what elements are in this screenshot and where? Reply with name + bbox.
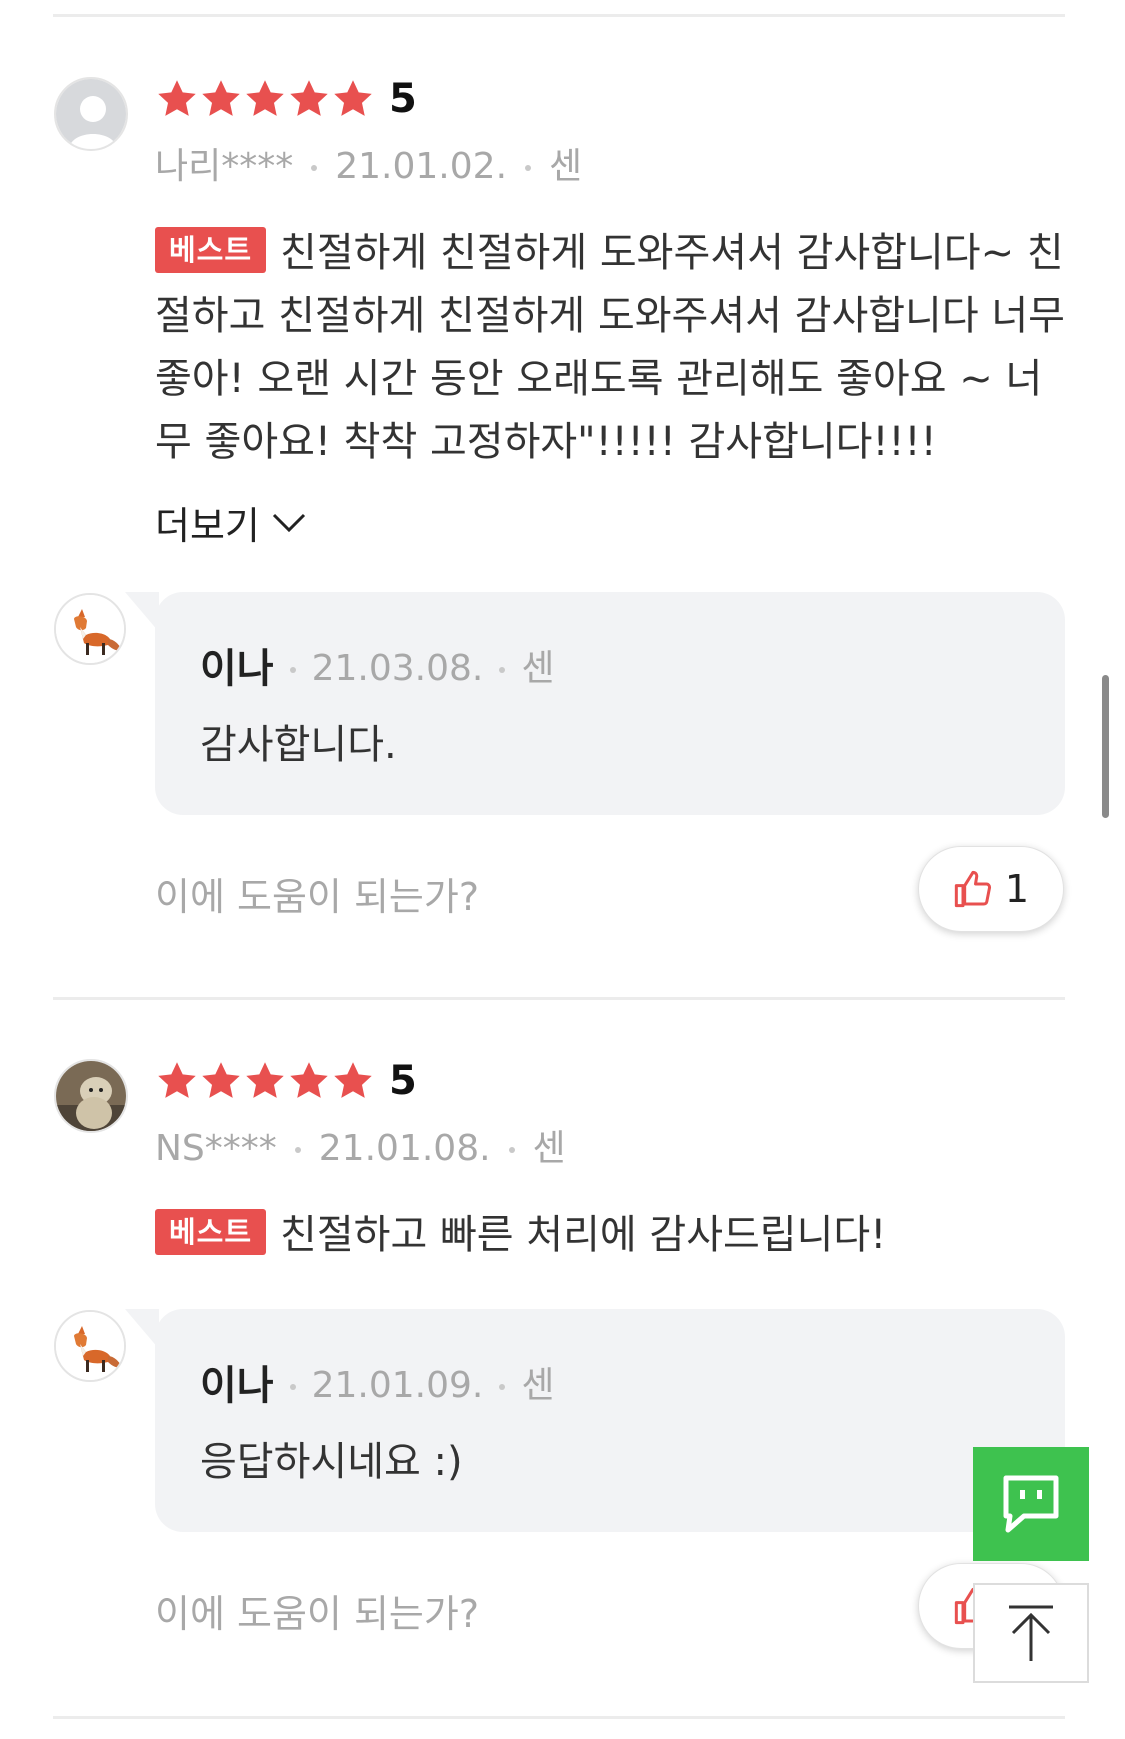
review-date: 21.01.08. <box>318 1128 491 1169</box>
separator-dot <box>525 165 532 171</box>
rating-value: 5 <box>389 76 417 122</box>
reviewer-tag: 센 <box>549 146 583 187</box>
seller-reply: 이나 21.01.09. 센 응답하시네요 :) <box>125 1309 1065 1532</box>
reply-header: 이나 21.03.08. 센 <box>200 636 555 694</box>
more-button[interactable]: 더보기 <box>155 495 306 550</box>
reply-text: 응답하시네요 :) <box>200 1439 463 1485</box>
reply-date: 21.01.09. <box>311 1365 484 1406</box>
star-icon <box>199 77 243 121</box>
star-icon <box>243 77 287 121</box>
helpful-question: 이에 도움이 되는가? <box>155 875 480 919</box>
reply-tag: 센 <box>521 1365 555 1406</box>
reply-author: 이나 <box>200 1363 274 1409</box>
separator-dot <box>499 1384 506 1390</box>
best-badge: 베스트 <box>155 227 267 273</box>
chat-icon <box>1003 1475 1059 1533</box>
top-divider <box>53 14 1065 17</box>
user-avatar <box>54 77 128 151</box>
bottom-divider <box>53 1716 1065 1719</box>
separator-dot <box>289 1384 296 1390</box>
reply-meta: 21.03.08. 센 <box>274 639 555 691</box>
star-icon <box>287 77 331 121</box>
star-icon <box>155 77 199 121</box>
reply-header: 이나 21.01.09. 센 <box>200 1353 555 1411</box>
scroll-top-button[interactable] <box>973 1583 1089 1683</box>
reviewer-id: NS**** <box>155 1128 277 1169</box>
seller-avatar <box>54 593 126 665</box>
chevron-down-icon <box>272 513 305 532</box>
separator-dot <box>499 667 506 673</box>
helpful-question: 이에 도움이 되는가? <box>155 1592 480 1636</box>
reviewer-tag: 센 <box>532 1128 566 1169</box>
reply-text: 감사합니다. <box>200 722 397 768</box>
fox-icon <box>56 595 124 663</box>
star-icon <box>287 1059 331 1103</box>
separator-dot <box>508 1147 515 1153</box>
star-icon <box>155 1059 199 1103</box>
review-text: 베스트 친절하고 빠른 처리에 감사드립니다! <box>155 1204 1075 1267</box>
best-badge: 베스트 <box>155 1209 267 1255</box>
star-icon <box>331 1059 375 1103</box>
arrow-up-icon <box>1009 1605 1053 1661</box>
default-user-icon <box>56 79 126 149</box>
review-meta: 나리**** 21.01.02. 센 <box>155 137 582 189</box>
star-icon <box>243 1059 287 1103</box>
star-rating: 5 <box>155 76 417 122</box>
like-count: 1 <box>1004 867 1030 911</box>
reviewer-id: 나리**** <box>155 146 294 187</box>
review-divider <box>53 997 1065 1000</box>
separator-dot <box>289 667 296 673</box>
fox-icon <box>56 1312 124 1380</box>
separator-dot <box>294 1147 301 1153</box>
thumbs-up-icon <box>954 870 991 908</box>
review-meta: NS**** 21.01.08. 센 <box>155 1119 566 1171</box>
rating-value: 5 <box>389 1058 417 1104</box>
review-date: 21.01.02. <box>335 146 508 187</box>
bubble-tail <box>125 1309 159 1349</box>
like-button[interactable]: 1 <box>918 846 1064 932</box>
seller-reply: 이나 21.03.08. 센 감사합니다. <box>125 592 1065 815</box>
seller-avatar <box>54 1310 126 1382</box>
star-icon <box>199 1059 243 1103</box>
review-content: 친절하고 빠른 처리에 감사드립니다! <box>280 1212 887 1258</box>
star-rating: 5 <box>155 1058 417 1104</box>
reply-date: 21.03.08. <box>311 648 484 689</box>
star-icon <box>331 77 375 121</box>
bubble-tail <box>125 592 159 632</box>
review-content: 친절하게 친절하게 도와주셔서 감사합니다~ 친절하고 친절하게 친절하게 도와… <box>155 230 1065 465</box>
separator-dot <box>311 165 318 171</box>
chat-button[interactable] <box>973 1447 1089 1561</box>
reply-meta: 21.01.09. 센 <box>274 1356 555 1408</box>
reply-tag: 센 <box>521 648 555 689</box>
dog-photo-icon <box>56 1061 126 1131</box>
reply-author: 이나 <box>200 646 274 692</box>
user-avatar <box>54 1059 128 1133</box>
review-text: 베스트 친절하게 친절하게 도와주셔서 감사합니다~ 친절하고 친절하게 친절하게… <box>155 222 1075 474</box>
more-label: 더보기 <box>155 504 260 548</box>
scrollbar-thumb[interactable] <box>1102 675 1109 818</box>
